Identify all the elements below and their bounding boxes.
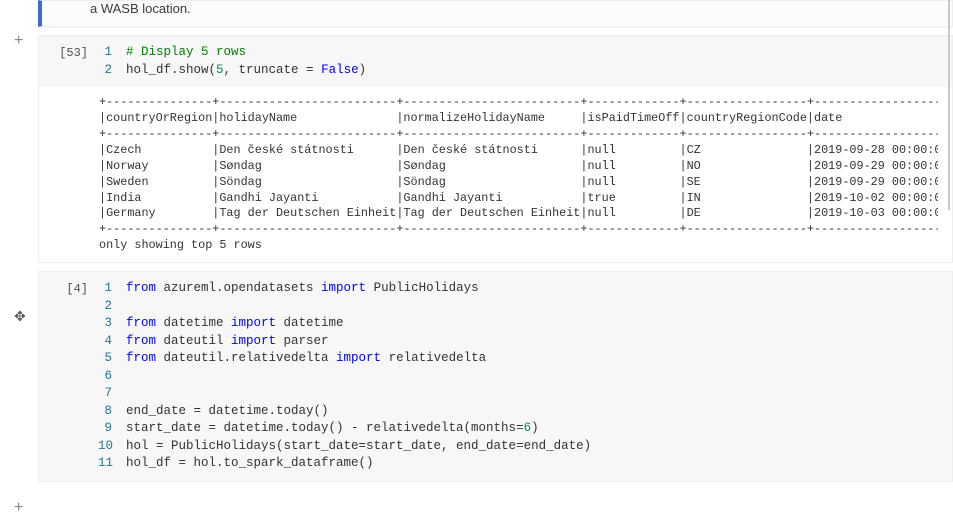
code-cell[interactable]: [53]1# Display 5 rows2hol_df.show(5, tru… (38, 35, 953, 88)
line-number: 9 (98, 420, 126, 438)
scrollbar[interactable] (948, 0, 950, 210)
line-number: 6 (98, 368, 126, 386)
execution-count: [53] (39, 36, 94, 87)
code-line[interactable]: hol_df.show(5, truncate = False) (126, 62, 944, 80)
line-number: 11 (98, 455, 126, 473)
add-cell-button[interactable]: + (14, 33, 23, 49)
code-line[interactable]: from dateutil import parser (126, 333, 944, 351)
code-line[interactable]: hol = PublicHolidays(start_date=start_da… (126, 438, 944, 456)
line-number: 2 (98, 62, 126, 80)
add-cell-button[interactable]: + (14, 500, 23, 516)
execution-count: [4] (39, 272, 94, 481)
line-number: 4 (98, 333, 126, 351)
move-cell-handle[interactable]: ✥ (14, 308, 26, 325)
line-number: 10 (98, 438, 126, 456)
code-line[interactable]: from dateutil.relativedelta import relat… (126, 350, 944, 368)
code-line[interactable]: # Display 5 rows (126, 44, 944, 62)
line-number: 2 (98, 298, 126, 316)
code-line[interactable]: from azureml.opendatasets import PublicH… (126, 280, 944, 298)
line-number: 1 (98, 44, 126, 62)
line-number: 5 (98, 350, 126, 368)
output-text: +---------------+-----------------------… (99, 95, 938, 254)
cell-output: +---------------+-----------------------… (38, 87, 953, 263)
code-line[interactable]: from datetime import datetime (126, 315, 944, 333)
info-banner-text: a WASB location. (90, 1, 191, 16)
notebook: [53]1# Display 5 rows2hol_df.show(5, tru… (0, 35, 953, 482)
code-line[interactable]: hol_df = hol.to_spark_dataframe() (126, 455, 944, 473)
line-number: 7 (98, 385, 126, 403)
line-number: 1 (98, 280, 126, 298)
code-editor[interactable]: 1from azureml.opendatasets import Public… (94, 272, 952, 481)
code-line[interactable]: start_date = datetime.today() - relative… (126, 420, 944, 438)
code-editor[interactable]: 1# Display 5 rows2hol_df.show(5, truncat… (94, 36, 952, 87)
code-cell[interactable]: [4]1from azureml.opendatasets import Pub… (38, 271, 953, 482)
code-line[interactable] (126, 368, 944, 386)
line-number: 3 (98, 315, 126, 333)
code-line[interactable] (126, 298, 944, 316)
line-number: 8 (98, 403, 126, 421)
code-line[interactable] (126, 385, 944, 403)
info-banner: a WASB location. (38, 0, 953, 27)
code-line[interactable]: end_date = datetime.today() (126, 403, 944, 421)
